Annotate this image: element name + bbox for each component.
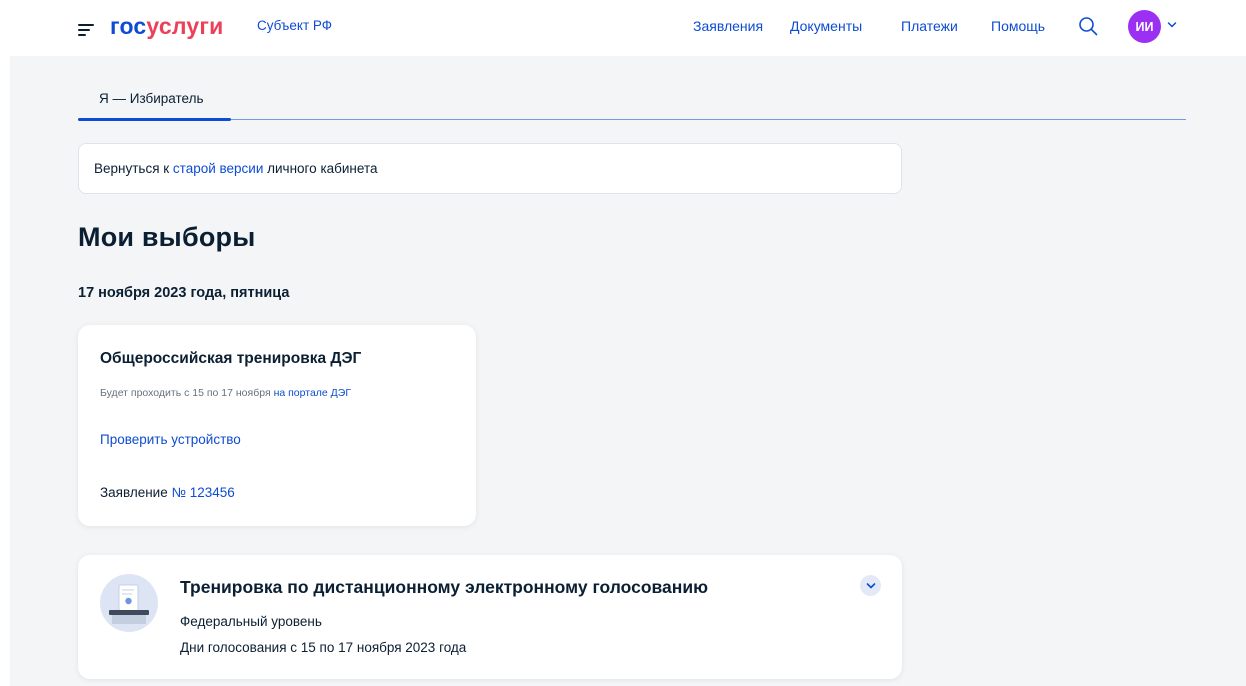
deg-portal-link[interactable]: на портале ДЭГ	[274, 387, 351, 399]
chevron-down-icon[interactable]	[1167, 21, 1177, 29]
ballot-box-icon	[100, 574, 158, 632]
hamburger-line	[78, 29, 90, 31]
top-header: госуслуги Субъект РФ Заявления Документы…	[0, 0, 1246, 56]
expand-button[interactable]	[860, 575, 881, 596]
check-device-link[interactable]: Проверить устройство	[100, 432, 241, 447]
hamburger-line	[78, 34, 86, 36]
event-card-subtitle-text: Будет проходить с 15 по 17 ноября	[100, 387, 274, 399]
date-heading: 17 ноября 2023 года, пятница	[78, 285, 290, 301]
tab-active-indicator	[78, 118, 231, 121]
user-avatar[interactable]: ИИ	[1128, 10, 1161, 43]
region-selector[interactable]: Субъект РФ	[257, 18, 332, 33]
tab-voter-label: Я — Избиратель	[99, 91, 204, 106]
application-number-link[interactable]: № 123456	[171, 485, 234, 500]
election-level: Федеральный уровень	[180, 614, 322, 629]
event-card-title: Общероссийская тренировка ДЭГ	[100, 350, 362, 367]
event-card-subtitle: Будет проходить с 15 по 17 ноября на пор…	[100, 387, 351, 399]
nav-payments[interactable]: Платежи	[901, 18, 958, 34]
event-card: Общероссийская тренировка ДЭГ Будет прох…	[78, 325, 476, 526]
election-title: Тренировка по дистанционному электронном…	[180, 577, 709, 597]
election-voting-days: Дни голосования с 15 по 17 ноября 2023 г…	[180, 640, 467, 655]
hamburger-icon[interactable]	[78, 24, 94, 36]
page-title: Мои выборы	[78, 222, 256, 252]
election-card[interactable]: Тренировка по дистанционному электронном…	[78, 555, 902, 679]
notice-suffix: личного кабинета	[263, 161, 378, 176]
logo-part-gos: гос	[110, 13, 147, 39]
chevron-down-icon	[866, 582, 875, 588]
logo-part-uslugi: услуги	[146, 13, 224, 39]
hamburger-line	[78, 24, 94, 26]
tabs-divider	[78, 119, 1186, 120]
old-version-notice: Вернуться к старой версии личного кабине…	[78, 143, 902, 194]
tab-voter[interactable]: Я — Избиратель	[78, 85, 231, 121]
notice-prefix: Вернуться к	[94, 161, 173, 176]
nav-applications[interactable]: Заявления	[693, 18, 763, 34]
gosuslugi-logo[interactable]: госуслуги	[110, 12, 223, 40]
application-label: Заявление	[100, 485, 172, 500]
search-icon[interactable]	[1078, 16, 1098, 36]
nav-help[interactable]: Помощь	[991, 18, 1045, 34]
nav-documents[interactable]: Документы	[790, 18, 862, 34]
old-version-link[interactable]: старой версии	[173, 161, 263, 176]
application-info: Заявление № 123456	[100, 485, 235, 500]
